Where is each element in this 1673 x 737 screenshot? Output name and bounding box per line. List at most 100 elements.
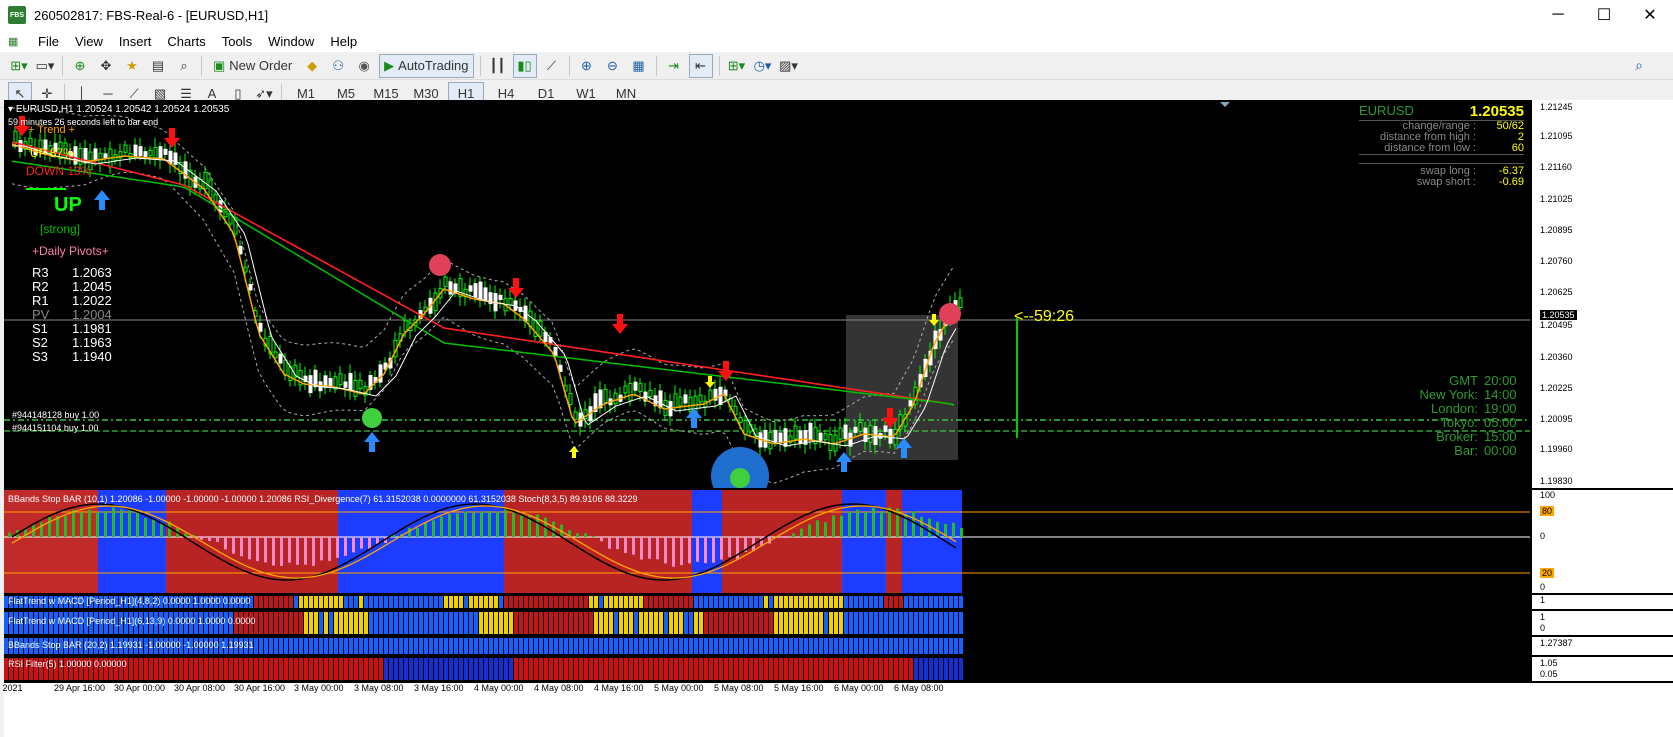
ma-green xyxy=(11,160,955,406)
trend-bar xyxy=(699,658,703,680)
profiles-icon[interactable]: ▭▾ xyxy=(34,55,56,77)
chart-icon: ▦ xyxy=(8,35,19,48)
trend-bar xyxy=(424,658,428,680)
trend-bar xyxy=(359,658,363,680)
rsi-axis-top: 1.05 xyxy=(1540,658,1558,668)
menu-charts[interactable]: Charts xyxy=(159,34,213,49)
trend-bar xyxy=(904,658,908,680)
trend-bar xyxy=(264,596,268,608)
trend-bar xyxy=(354,596,358,608)
trend-bar xyxy=(659,638,663,654)
rsi-divergence-bar xyxy=(200,537,203,540)
menu-tools[interactable]: Tools xyxy=(214,34,260,49)
rsi-divergence-bar xyxy=(592,536,595,537)
price-axis[interactable]: 1.21245 1.21095 1.21160 1.21025 1.20895 1.207… xyxy=(1532,100,1673,488)
candle xyxy=(353,370,358,401)
shift-marker-icon xyxy=(1220,102,1230,107)
rsi-divergence-bar xyxy=(216,537,219,542)
header-triangle-icon: ▾ xyxy=(8,104,16,115)
session-name: Broker: xyxy=(1436,429,1478,444)
price-pane[interactable]: ▾ EURUSD,H1 1.20524 1.20542 1.20524 1.20… xyxy=(4,100,1530,488)
periods-icon[interactable]: ◷▾ xyxy=(752,55,774,77)
indicators-icon[interactable]: ⊞▾ xyxy=(726,55,748,77)
trend-bar xyxy=(934,596,938,608)
menu-insert[interactable]: Insert xyxy=(111,34,160,49)
trend-bar xyxy=(169,658,173,680)
tester-icon[interactable]: ⌕ xyxy=(173,55,195,77)
trend-bar xyxy=(769,596,773,608)
menu-window[interactable]: Window xyxy=(260,34,322,49)
trend-bar xyxy=(749,612,753,634)
trend-bar xyxy=(649,612,653,634)
trend-bar xyxy=(424,638,428,654)
market-watch-icon[interactable]: ⊕ xyxy=(69,55,91,77)
trend-bar xyxy=(714,638,718,654)
bar-chart-icon[interactable]: ┃┃ xyxy=(487,55,509,77)
rsi-divergence-bar xyxy=(96,512,99,537)
new-order-button[interactable]: ▣ New Order xyxy=(208,54,297,78)
trend-bar xyxy=(804,612,808,634)
trend-bar xyxy=(519,596,523,608)
menu-view[interactable]: View xyxy=(67,34,111,49)
trend-bar xyxy=(479,658,483,680)
trend-bar xyxy=(904,596,908,608)
rsi-divergence-bar xyxy=(360,537,363,549)
trend-bar xyxy=(854,638,858,654)
trend-bar xyxy=(469,596,473,608)
flattrend-pane-2[interactable]: FlatTrend w MACD [Period_H1](6,13,9) 0.0… xyxy=(4,611,1530,635)
chart-header-text: EURUSD,H1 1.20524 1.20542 1.20524 1.2053… xyxy=(15,104,230,115)
trend-bar xyxy=(484,658,488,680)
pivot-value: 1.2063 xyxy=(72,265,112,280)
trend-bar xyxy=(499,612,503,634)
maximize-button[interactable]: ☐ xyxy=(1581,0,1627,30)
trend-bar xyxy=(779,658,783,680)
trend-bar xyxy=(754,658,758,680)
templates-icon[interactable]: ▨▾ xyxy=(778,55,800,77)
terminal-icon[interactable]: ▤ xyxy=(147,55,169,77)
menu-help[interactable]: Help xyxy=(322,34,365,49)
minimize-button[interactable]: ─ xyxy=(1535,0,1581,30)
time-tick: 3 May 08:00 xyxy=(354,683,404,693)
autoscroll-icon[interactable]: ⇤ xyxy=(688,53,713,78)
time-tick: 5 May 00:00 xyxy=(654,683,704,693)
trend-bar xyxy=(309,612,313,634)
zoom-out-icon[interactable]: ⊖ xyxy=(602,55,624,77)
trend-bar xyxy=(724,596,728,608)
session-time: 00:00 xyxy=(1484,443,1517,458)
metaeditor-icon[interactable]: ◆ xyxy=(301,55,323,77)
pivots-table: R3 1.2063 R2 1.2045 R1 1.2022 PV 1.2004 S1 1.1981… xyxy=(32,265,112,364)
trend-bar xyxy=(834,658,838,680)
trend-bar xyxy=(764,638,768,654)
oscillator-pane[interactable]: BBands Stop BAR (10,1) 1.20086 -1.00000 … xyxy=(4,490,1530,593)
rsi-filter-pane[interactable]: RSI Filter(5) 1.00000 0.00000 xyxy=(4,657,1530,681)
tile-windows-icon[interactable]: ▦ xyxy=(628,55,650,77)
candle xyxy=(293,359,298,387)
flattrend-pane-1[interactable]: FlatTrend w MACD [Period_H1](4,8,2) 0.00… xyxy=(4,595,1530,609)
trend-bar xyxy=(754,638,758,654)
trend-bar xyxy=(609,596,613,608)
market-icon[interactable]: ◉ xyxy=(353,55,375,77)
bbands-bar-pane[interactable]: BBands Stop BAR (20,2) 1.19931 -1.00000 … xyxy=(4,637,1530,655)
trend-bar xyxy=(544,612,548,634)
close-button[interactable]: ✕ xyxy=(1627,0,1673,30)
trend-bar xyxy=(424,596,428,608)
trend-bar xyxy=(759,638,763,654)
candle xyxy=(303,366,308,390)
chart-shift-icon[interactable]: ⇥ xyxy=(663,55,685,77)
trend-bar xyxy=(524,596,528,608)
navigator-icon[interactable]: ★ xyxy=(121,55,143,77)
menu-file[interactable]: File xyxy=(30,34,67,49)
trend-bar xyxy=(269,638,273,654)
trend-bar xyxy=(889,596,893,608)
data-window-icon[interactable]: ✥ xyxy=(95,55,117,77)
zoom-in-icon[interactable]: ⊕ xyxy=(576,55,598,77)
line-chart-icon[interactable]: ⟋ xyxy=(541,55,563,77)
signals-icon[interactable]: ⚇ xyxy=(327,55,349,77)
chart-window[interactable]: ▾ EURUSD,H1 1.20524 1.20542 1.20524 1.20… xyxy=(0,100,1673,737)
rsi-divergence-bar xyxy=(48,516,51,537)
new-chart-icon[interactable]: ⊞▾ xyxy=(8,55,30,77)
search-icon[interactable]: ⌕ xyxy=(1635,57,1643,74)
trend-bar xyxy=(779,612,783,634)
autotrading-button[interactable]: ▶ AutoTrading xyxy=(379,53,474,78)
candlestick-icon[interactable]: ▮▯ xyxy=(512,53,537,78)
